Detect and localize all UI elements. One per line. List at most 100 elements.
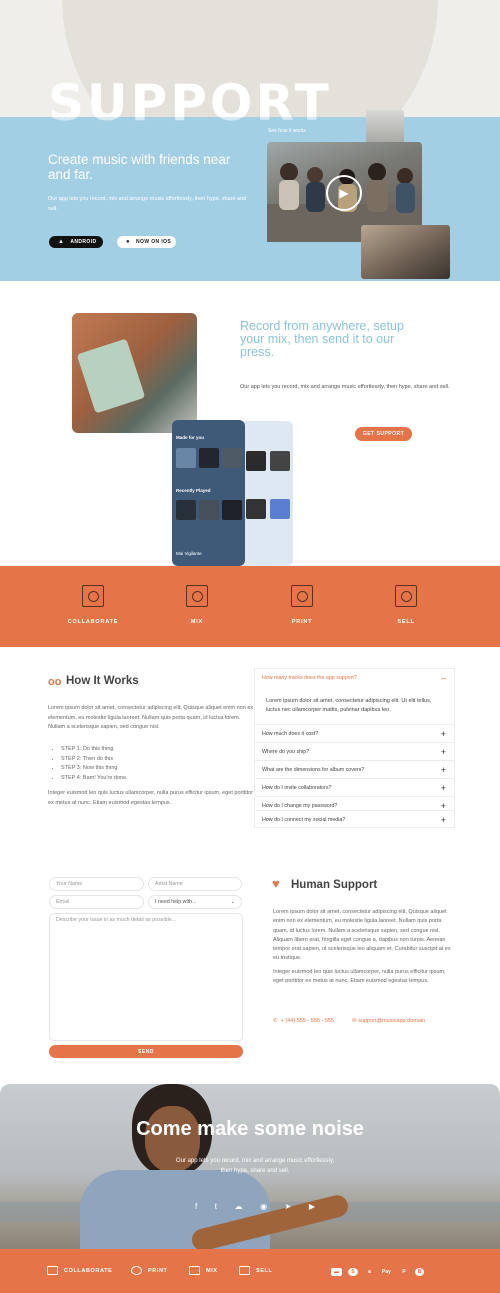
help-topic-value: I need help with... xyxy=(155,899,197,905)
human-support-text: Lorem ipsum dolor sit amet, consectetur … xyxy=(273,909,451,962)
paypal-icon: P xyxy=(402,1269,406,1275)
get-support-button[interactable]: GET SUPPORT xyxy=(355,427,412,441)
faq-question: What are the dimensions for album covers… xyxy=(262,766,365,773)
twitter-icon[interactable]: t xyxy=(215,1202,217,1211)
faq-question: How do I invite collaborators? xyxy=(262,784,332,791)
faq-question: How much does it cost? xyxy=(262,730,319,737)
phone-recently-played: Recently Played xyxy=(176,488,211,493)
plus-icon: + xyxy=(440,800,446,811)
plus-icon: + xyxy=(440,728,446,739)
ios-button[interactable]: ● NOW ON IOS xyxy=(117,236,176,248)
ios-button-label: NOW ON IOS xyxy=(136,239,172,245)
cta-title: Come make some noise xyxy=(136,1118,364,1140)
faq-item[interactable]: What are the dimensions for album covers… xyxy=(255,760,454,778)
faq-question: How do I connect my social media? xyxy=(262,816,346,823)
plus-icon: + xyxy=(440,782,446,793)
chevron-down-icon: ⌄ xyxy=(230,899,235,905)
feature-print[interactable]: PRINT xyxy=(262,585,342,625)
human-support-text-2: Integer euismod leo quis luctus ullamcor… xyxy=(273,969,446,985)
faq-item[interactable]: How do I invite collaborators? + xyxy=(255,778,454,796)
hero-heading: Create music with friends near and far. xyxy=(48,152,231,182)
spotify-icon[interactable]: ◉ xyxy=(260,1202,267,1211)
apple-icon: ● xyxy=(126,239,131,245)
faq-question: How do I change my password? xyxy=(262,802,338,809)
cta-text: Our app lets you record, mix and arrange… xyxy=(175,1158,335,1174)
footer-nav-collaborate[interactable]: COLLABORATE xyxy=(47,1266,112,1275)
voicemail-icon: oo xyxy=(48,676,62,688)
amazon-pay-icon: a xyxy=(368,1269,371,1275)
see-how-link[interactable]: See how it works xyxy=(268,128,306,134)
send-button[interactable]: SEND xyxy=(49,1045,243,1058)
android-button[interactable]: ▲ ANDROID xyxy=(49,236,103,248)
phone-mockup-back xyxy=(240,421,293,566)
whatsapp-icon: ✆ xyxy=(273,1018,278,1024)
hero-text: Our app lets you record, mix and arrange… xyxy=(48,196,247,212)
feature-label: PRINT xyxy=(291,619,313,625)
sell-icon xyxy=(239,1266,250,1275)
issue-textarea[interactable]: Describe your issue in as much detail as… xyxy=(49,913,243,1041)
faq-question: Where do you ship? xyxy=(262,748,310,755)
help-topic-select[interactable]: I need help with... ⌄ xyxy=(148,895,242,909)
plus-icon: + xyxy=(440,764,446,775)
sell-icon xyxy=(395,585,417,607)
faq-item[interactable]: How much does it cost? + xyxy=(255,724,454,742)
bitcoin-icon: B xyxy=(415,1268,424,1276)
support-phone: + (44) 555 - 555 - 555 xyxy=(280,1018,335,1024)
faq-item[interactable]: Where do you ship? + xyxy=(255,742,454,760)
feature-label: SELL xyxy=(397,619,415,625)
faq-accordion: How many tracks does the app support? – … xyxy=(254,668,455,828)
feature-sell[interactable]: SELL xyxy=(366,585,446,625)
collaborate-icon xyxy=(82,585,104,607)
phone-made-for-you: Made for you xyxy=(176,435,205,440)
collaborate-icon xyxy=(47,1266,58,1275)
social-links: f t ☁ ◉ ➤ ▶ xyxy=(195,1202,315,1211)
soundcloud-icon[interactable]: ☁ xyxy=(235,1202,243,1211)
minus-icon: – xyxy=(440,673,446,683)
plus-icon: + xyxy=(440,814,446,825)
mix-icon xyxy=(186,585,208,607)
print-icon xyxy=(131,1266,142,1275)
name-field[interactable]: Your Name xyxy=(49,877,144,891)
how-it-works-intro: Lorem ipsum dolor sit amet, consectetur … xyxy=(48,705,254,730)
footer-nav-label: PRINT xyxy=(148,1267,168,1274)
print-icon xyxy=(291,585,313,607)
support-email-link[interactable]: ✉ support@musicapp.domain xyxy=(352,1018,425,1024)
facebook-icon[interactable]: f xyxy=(195,1202,197,1211)
feature-collaborate[interactable]: COLLABORATE xyxy=(53,585,133,625)
footer-nav-label: SELL xyxy=(256,1267,273,1274)
play-icon[interactable]: ▶ xyxy=(326,175,362,211)
android-icon: ▲ xyxy=(58,239,65,245)
faq-item-open[interactable]: How many tracks does the app support? – xyxy=(255,669,454,687)
step-item: STEP 2: Then do this xyxy=(61,755,261,765)
artist-name-field[interactable]: Artist Name xyxy=(148,877,242,891)
faq-question: How many tracks does the app support? xyxy=(262,675,357,681)
support-phone-link[interactable]: ✆ + (44) 555 - 555 - 555 xyxy=(273,1018,334,1024)
mix-icon xyxy=(189,1266,200,1275)
record-heading: Record from anywhere, setup your mix, th… xyxy=(240,319,404,359)
how-it-works-title: How It Works xyxy=(66,675,139,687)
stripe-icon: S xyxy=(348,1268,358,1276)
phone-mockup-front: Made for you Recently Played Mai Vigilan… xyxy=(172,420,245,566)
telegram-icon[interactable]: ➤ xyxy=(285,1202,292,1211)
credit-card-icon: ▬ xyxy=(331,1268,342,1276)
faq-item[interactable]: How do I connect my social media? + xyxy=(255,810,454,828)
footer-nav-label: MIX xyxy=(206,1267,218,1274)
footer-nav-mix[interactable]: MIX xyxy=(189,1266,218,1275)
step-item: STEP 4: Bam! You're done. xyxy=(61,774,261,784)
feature-label: COLLABORATE xyxy=(67,619,119,625)
human-support-title: Human Support xyxy=(291,879,378,891)
apple-pay-icon: Pay xyxy=(382,1269,391,1275)
footer-nav-sell[interactable]: SELL xyxy=(239,1266,272,1275)
step-item: STEP 1: Do this thing xyxy=(61,745,261,755)
feature-label: MIX xyxy=(190,619,204,625)
mail-icon: ✉ xyxy=(352,1018,357,1024)
android-button-label: ANDROID xyxy=(70,239,97,245)
footer-nav-print[interactable]: PRINT xyxy=(131,1266,168,1275)
email-field[interactable]: Email xyxy=(49,895,144,909)
youtube-icon[interactable]: ▶ xyxy=(309,1202,315,1211)
plus-icon: + xyxy=(440,746,446,757)
support-email: support@musicapp.domain xyxy=(358,1018,426,1024)
steps-list: STEP 1: Do this thing STEP 2: Then do th… xyxy=(61,745,261,783)
feature-mix[interactable]: MIX xyxy=(157,585,237,625)
heart-icon: ♥ xyxy=(272,876,280,891)
